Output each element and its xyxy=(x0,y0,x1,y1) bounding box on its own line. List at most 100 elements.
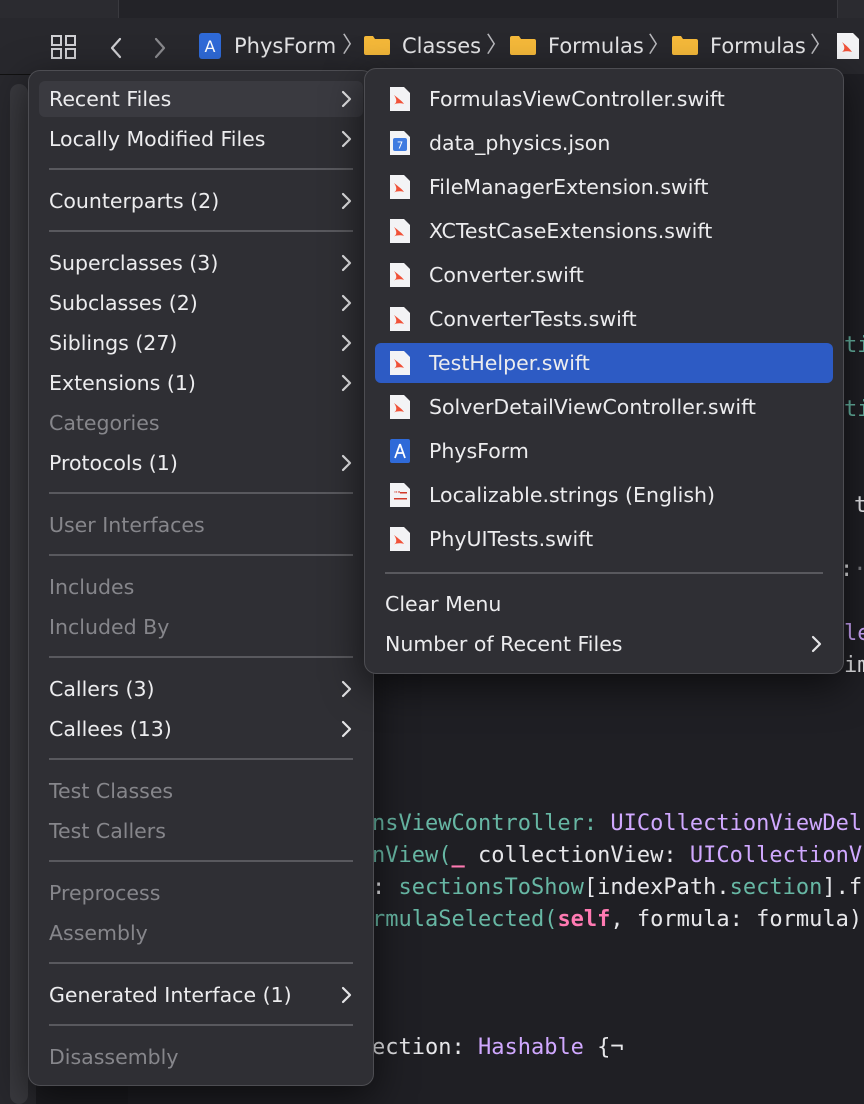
breadcrumb-classes[interactable]: Classes xyxy=(402,30,481,62)
recent-file-item[interactable]: PhyUITests.swift xyxy=(375,519,833,559)
swift-file-icon xyxy=(390,527,410,551)
svg-text:"": "" xyxy=(394,490,400,498)
submenu-chevron-icon xyxy=(341,454,352,472)
submenu-chevron-icon xyxy=(341,720,352,738)
menu-item-includes: Includes xyxy=(49,575,135,599)
code-fragment: ti xyxy=(844,333,864,358)
menu-item-protocols[interactable]: Protocols (1) xyxy=(39,445,363,481)
recent-file-item[interactable]: SolverDetailViewController.swift xyxy=(375,387,833,427)
folder-icon xyxy=(363,34,391,56)
clear-menu-item[interactable]: Clear Menu xyxy=(375,586,833,622)
code-fragment: t xyxy=(854,493,864,518)
breadcrumb-formulas-2[interactable]: Formulas xyxy=(710,30,806,62)
submenu-chevron-icon xyxy=(341,334,352,352)
code-fragment: le xyxy=(844,621,864,646)
recent-file-item[interactable]: FileManagerExtension.swift xyxy=(375,167,833,207)
code-line: rmulaSelected(self, formula: formula) xyxy=(372,907,863,932)
swift-file-icon xyxy=(836,32,860,64)
swift-file-icon xyxy=(390,351,410,375)
breadcrumb-separator: 〉 xyxy=(648,33,671,58)
menu-item-callers[interactable]: Callers (3) xyxy=(39,671,363,707)
submenu-chevron-icon xyxy=(341,90,352,108)
menu-item-locally-modified-files[interactable]: Locally Modified Files xyxy=(39,121,363,157)
menu-item-subclasses[interactable]: Subclasses (2) xyxy=(39,285,363,321)
folder-icon xyxy=(671,34,699,56)
submenu-chevron-icon xyxy=(811,635,822,653)
menu-item-siblings[interactable]: Siblings (27) xyxy=(39,325,363,361)
breadcrumb-separator: 〉 xyxy=(810,33,833,58)
swift-file-icon xyxy=(390,307,410,331)
breadcrumb-formulas[interactable]: Formulas xyxy=(548,30,644,62)
menu-separator xyxy=(49,230,353,232)
code-line: nsViewController: UICollectionViewDel xyxy=(372,811,863,836)
menu-item-user-interfaces: User Interfaces xyxy=(49,513,205,537)
breadcrumb-separator: 〉 xyxy=(486,33,509,58)
jump-bar: A PhysForm 〉 Classes 〉 Formulas 〉 Formul… xyxy=(0,18,864,75)
menu-item-disassembly: Disassembly xyxy=(49,1045,179,1069)
number-of-recent-files-item[interactable]: Number of Recent Files xyxy=(375,626,833,662)
strings-file-icon: "" xyxy=(390,483,410,507)
svg-text:A: A xyxy=(205,37,216,56)
swift-file-icon xyxy=(390,395,410,419)
recent-file-item[interactable]: XCTestCaseExtensions.swift xyxy=(375,211,833,251)
menu-separator xyxy=(49,168,353,170)
recent-file-item[interactable]: "" Localizable.strings (English) xyxy=(375,475,833,515)
related-items-menu: Recent Files Locally Modified Files Coun… xyxy=(28,70,374,1086)
left-scroll-track[interactable] xyxy=(10,84,28,1104)
menu-item-categories: Categories xyxy=(49,411,160,435)
svg-text:7: 7 xyxy=(397,141,403,152)
xcode-project-icon xyxy=(390,439,410,463)
code-line: ection: Hashable {¬ xyxy=(372,1035,624,1060)
json-file-icon: 7 xyxy=(390,131,410,155)
recent-file-item[interactable]: Converter.swift xyxy=(375,255,833,295)
menu-separator xyxy=(49,758,353,760)
menu-item-assembly: Assembly xyxy=(49,921,148,945)
menu-item-superclasses[interactable]: Superclasses (3) xyxy=(39,245,363,281)
recent-file-item[interactable]: 7 data_physics.json xyxy=(375,123,833,163)
editor-tab-bar xyxy=(0,0,864,18)
menu-item-generated-interface[interactable]: Generated Interface (1) xyxy=(39,977,363,1013)
recent-file-item[interactable]: FormulasViewController.swift xyxy=(375,79,833,119)
submenu-chevron-icon xyxy=(341,986,352,1004)
menu-separator xyxy=(49,1024,353,1026)
submenu-chevron-icon xyxy=(341,680,352,698)
recent-file-item[interactable]: PhysForm xyxy=(375,431,833,471)
menu-separator xyxy=(49,554,353,556)
code-line: nView(_ collectionView: UICollectionV xyxy=(372,843,863,868)
menu-separator xyxy=(385,572,823,574)
code-fragment: im xyxy=(844,653,864,678)
related-items-grid-icon[interactable] xyxy=(50,34,78,64)
submenu-chevron-icon xyxy=(341,254,352,272)
project-icon: A xyxy=(198,32,222,64)
menu-separator xyxy=(49,962,353,964)
swift-file-icon xyxy=(390,263,410,287)
submenu-chevron-icon xyxy=(341,130,352,148)
submenu-chevron-icon xyxy=(341,294,352,312)
code-fragment: ti xyxy=(844,397,864,422)
menu-item-recent-files[interactable]: Recent Files xyxy=(39,81,363,117)
menu-separator xyxy=(49,860,353,862)
editor-tab[interactable] xyxy=(118,0,838,18)
swift-file-icon xyxy=(390,219,410,243)
menu-separator xyxy=(49,492,353,494)
breadcrumb-separator: 〉 xyxy=(342,33,365,58)
menu-item-counterparts[interactable]: Counterparts (2) xyxy=(39,183,363,219)
recent-file-item[interactable]: ConverterTests.swift xyxy=(375,299,833,339)
menu-item-extensions[interactable]: Extensions (1) xyxy=(39,365,363,401)
swift-file-icon xyxy=(390,87,410,111)
swift-file-icon xyxy=(390,175,410,199)
recent-files-submenu: FormulasViewController.swift 7 data_phys… xyxy=(364,68,844,674)
code-line: : sectionsToShow[indexPath.section].f xyxy=(372,875,863,900)
menu-item-preprocess: Preprocess xyxy=(49,881,161,905)
menu-item-included-by: Included By xyxy=(49,615,170,639)
folder-icon xyxy=(509,34,537,56)
submenu-chevron-icon xyxy=(341,192,352,210)
menu-item-test-callers: Test Callers xyxy=(49,819,166,843)
submenu-chevron-icon xyxy=(341,374,352,392)
menu-item-callees[interactable]: Callees (13) xyxy=(39,711,363,747)
recent-file-item-selected[interactable]: TestHelper.swift xyxy=(375,343,833,383)
forward-chevron-icon[interactable] xyxy=(152,36,168,64)
back-chevron-icon[interactable] xyxy=(108,36,124,64)
breadcrumb-project[interactable]: PhysForm xyxy=(234,30,336,62)
menu-item-test-classes: Test Classes xyxy=(49,779,174,803)
